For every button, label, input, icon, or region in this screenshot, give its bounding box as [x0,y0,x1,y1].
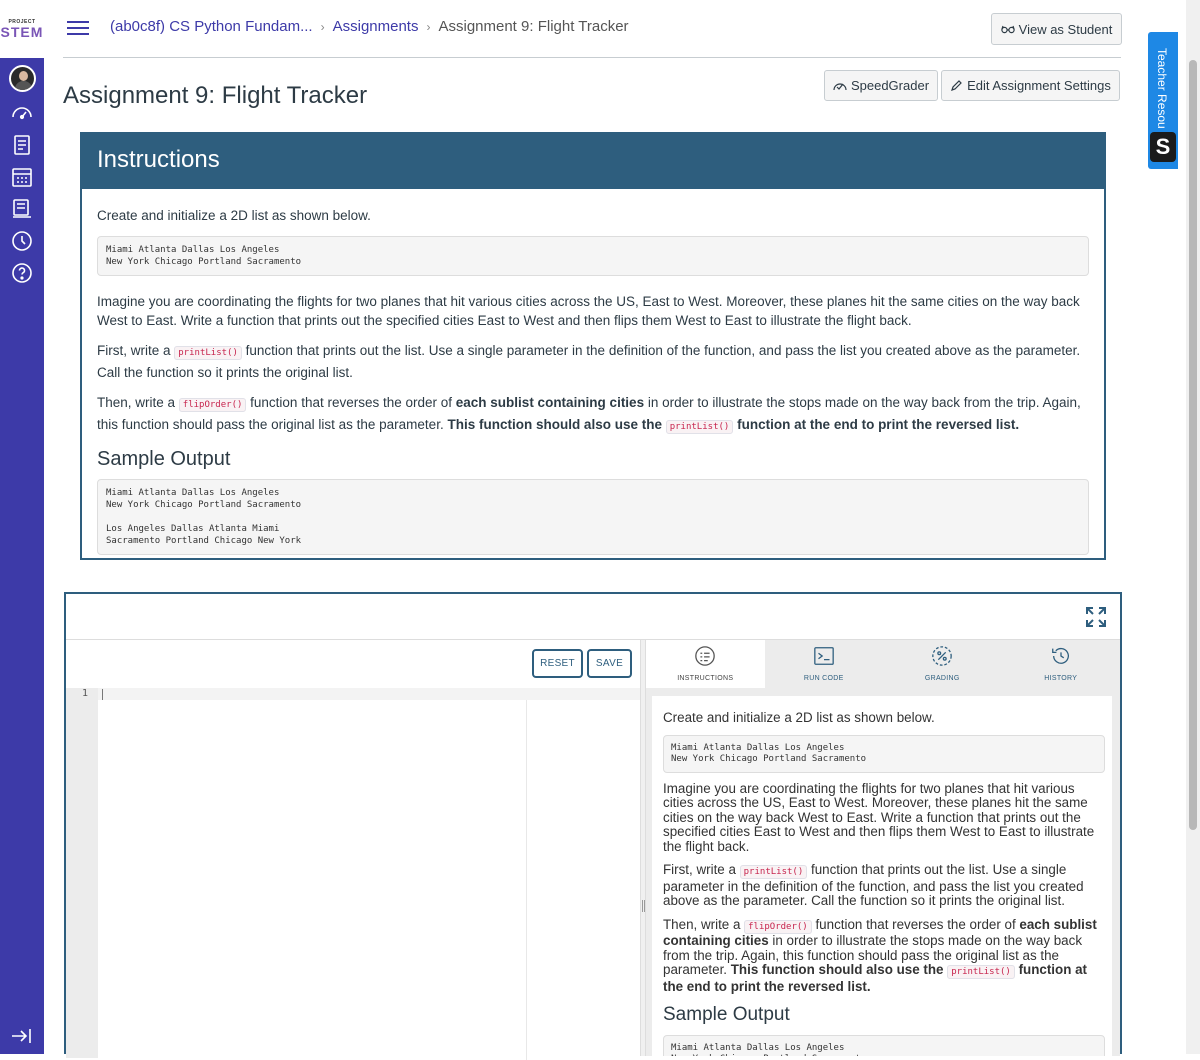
speedgrader-label: SpeedGrader [850,78,930,93]
breadcrumb-assignments[interactable]: Assignments [333,18,419,35]
tab-grading[interactable]: GRADING [883,640,1002,688]
calendar-icon[interactable] [8,163,36,191]
tab-history[interactable]: HISTORY [1002,640,1121,688]
instructions-header: Instructions [82,134,1104,189]
global-nav: PROJECT STEM [0,0,44,1054]
help-icon[interactable] [8,259,36,287]
active-line [98,688,640,700]
text-cursor [102,689,103,700]
hamburger-menu-icon[interactable] [67,18,89,38]
sample-output-heading: Sample Output [97,447,231,470]
breadcrumb-current: Assignment 9: Flight Tracker [438,18,629,35]
breadcrumb: (ab0c8f) CS Python Fundam... › Assignmen… [110,18,629,35]
instructions-intro: Create and initialize a 2D list as shown… [97,208,371,223]
instructions-paragraph: First, write a printList() function that… [97,342,1081,381]
instructions-paragraph: Then, write a flipOrder() function that … [663,916,1097,994]
expand-fullscreen-icon[interactable] [1084,605,1108,629]
glasses-icon [1000,25,1015,34]
print-margin [526,700,527,1060]
edit-settings-label: Edit Assignment Settings [967,78,1111,93]
code-block-list: Miami Atlanta Dallas Los Angeles New Yor… [97,235,1089,276]
view-as-student-button[interactable]: View as Student [991,13,1122,45]
instructions-intro: Create and initialize a 2D list as shown… [663,710,935,725]
speedgrader-button[interactable]: SpeedGrader [824,70,938,101]
ide-toolbar [66,594,1120,640]
line-number: 1 [81,688,88,699]
instructions-body: Create and initialize a 2D list as shown… [97,206,1089,555]
ide-side-panel: INSTRUCTIONS RUN CODE GRADING HISTORY Cr… [646,640,1120,1056]
history-icon [1051,648,1069,664]
instructions-panel: Instructions Create and initialize a 2D … [80,132,1106,560]
side-instructions-panel: Create and initialize a 2D list as shown… [652,696,1112,1056]
project-stem-logo[interactable]: PROJECT STEM [0,0,44,58]
dashboard-icon[interactable] [8,99,36,127]
ide-tabs: INSTRUCTIONS RUN CODE GRADING HISTORY [646,640,1120,688]
header-divider [63,57,1121,58]
teacher-resources-label: Teacher Resou [1155,48,1169,129]
instructions-paragraph: First, write a printList() function that… [663,862,1084,908]
code-block-sample-output: Miami Atlanta Dallas Los Angeles New Yor… [97,479,1089,555]
instructions-icon [695,646,716,666]
inline-code: printList() [174,345,242,360]
page-title: Assignment 9: Flight Tracker [63,82,368,109]
teacher-resources-tab[interactable]: Teacher Resou S [1148,32,1178,169]
inline-code: flipOrder() [178,397,247,412]
splitter-grip-icon [642,900,645,912]
s-logo-icon: S [1150,132,1176,162]
breadcrumb-separator-icon: › [320,19,325,34]
courses-icon[interactable] [8,131,36,159]
logo-line2: STEM [0,24,44,40]
page-scrollbar-thumb[interactable] [1189,60,1197,830]
save-button[interactable]: SAVE [587,649,632,678]
account-avatar[interactable] [9,65,36,92]
inline-code: printList() [665,420,734,434]
inline-code: printList() [947,965,1015,979]
sample-output-heading: Sample Output [663,1004,790,1025]
pencil-icon [951,80,962,91]
reset-button[interactable]: RESET [532,649,583,678]
instructions-paragraph: Imagine you are coordinating the flights… [97,293,1080,329]
instructions-paragraph: Then, write a flipOrder() function that … [97,394,1081,434]
code-block-list: Miami Atlanta Dallas Los Angeles New Yor… [663,734,1105,773]
edit-assignment-settings-button[interactable]: Edit Assignment Settings [941,70,1120,101]
inbox-icon[interactable] [8,195,36,223]
instructions-paragraph: Imagine you are coordinating the flights… [663,780,1095,854]
tab-run-code[interactable]: RUN CODE [765,640,884,688]
code-editor[interactable]: RESET SAVE 1 [66,640,640,1060]
side-instructions-body: Create and initialize a 2D list as shown… [663,710,1105,1056]
instructions-heading: Instructions [97,146,220,173]
inline-code: printList() [739,865,808,879]
inline-code: flipOrder() [744,919,812,934]
grading-icon [932,646,953,666]
view-as-student-label: View as Student [1018,21,1113,37]
breadcrumb-separator-icon: › [426,19,431,34]
collapse-nav-icon[interactable] [10,1026,34,1046]
code-ide: RESET SAVE 1 INSTRUCTIONS RUN CODE GRADI… [64,592,1122,1060]
speedgrader-icon [833,82,847,90]
breadcrumb-course[interactable]: (ab0c8f) CS Python Fundam... [110,18,313,35]
history-clock-icon[interactable] [8,227,36,255]
code-block-sample-output: Miami Atlanta Dallas Los Angeles New Yor… [663,1034,1105,1056]
line-number-gutter: 1 [66,688,98,1058]
tab-instructions[interactable]: INSTRUCTIONS [646,640,765,688]
terminal-icon [813,647,834,665]
